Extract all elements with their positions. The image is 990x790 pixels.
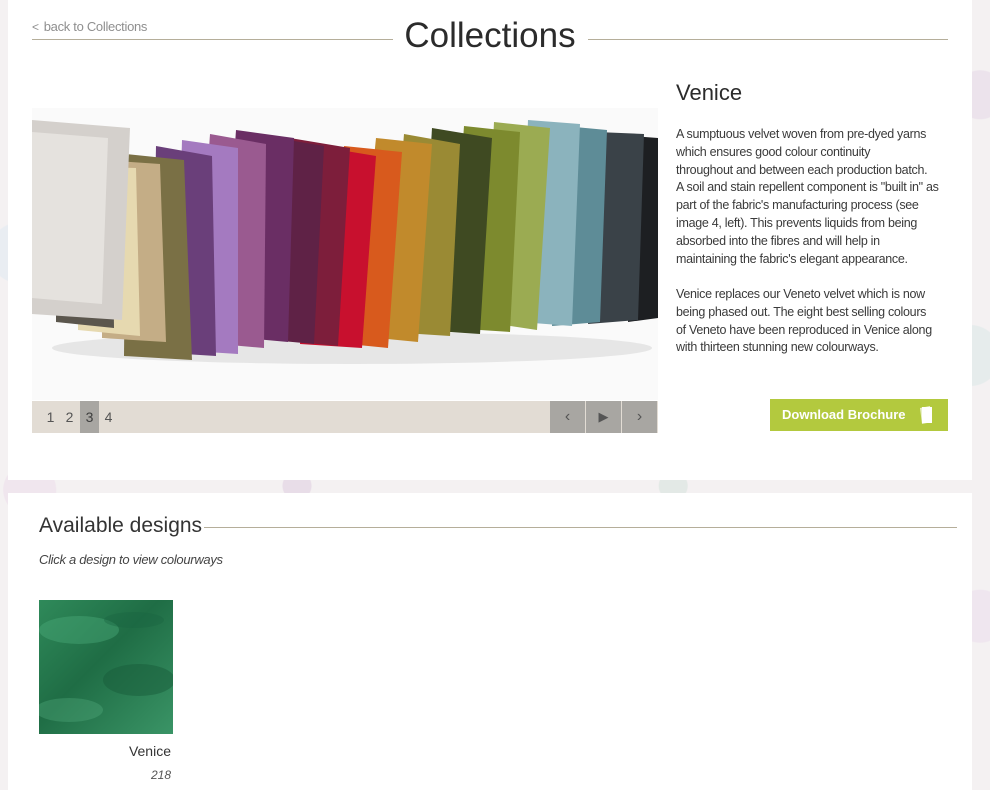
available-designs-panel: Available designs Click a design to view… [8,493,972,790]
carousel-page-3[interactable]: 3 [80,401,99,433]
document-icon [920,406,932,424]
chevron-left-icon: < [32,20,39,34]
carousel-controls: 1 2 3 4 ‹ ▶ › [32,401,658,433]
section-instructions: Click a design to view colourways [39,552,223,567]
carousel-prev-button[interactable]: ‹ [550,401,585,433]
carousel-page-2[interactable]: 2 [60,401,79,433]
design-swatch-image [39,600,173,734]
product-replacement-note: Venice replaces our Veneto velvet which … [676,287,932,355]
product-image-carousel [32,108,658,400]
design-name: Venice [128,743,171,759]
carousel-page-1[interactable]: 1 [41,401,60,433]
download-brochure-button[interactable]: Download Brochure [770,399,948,431]
product-description: A sumptuous velvet woven from pre-dyed y… [676,127,939,266]
design-tile-venice[interactable] [39,600,173,734]
fabric-swatches-image [32,108,658,400]
header-divider-right [588,39,948,40]
header-divider-left [32,39,393,40]
carousel-next-button[interactable]: › [622,401,657,433]
carousel-play-button[interactable]: ▶ [586,401,621,433]
collection-panel: < back to Collections Collections 1 2 3 … [8,0,972,480]
back-link-label: back to Collections [43,19,148,34]
section-title: Available designs [39,514,203,537]
section-divider [204,527,957,528]
design-code: 218 [150,768,171,782]
carousel-page-4[interactable]: 4 [99,401,118,433]
chevron-right-icon: › [636,408,643,425]
chevron-left-icon: ‹ [564,408,571,425]
play-icon: ▶ [598,409,609,424]
page-title: Collections [404,16,576,55]
back-to-collections-link[interactable]: < back to Collections [32,19,147,34]
product-title: Venice [676,80,743,105]
download-brochure-label: Download Brochure [782,407,906,422]
